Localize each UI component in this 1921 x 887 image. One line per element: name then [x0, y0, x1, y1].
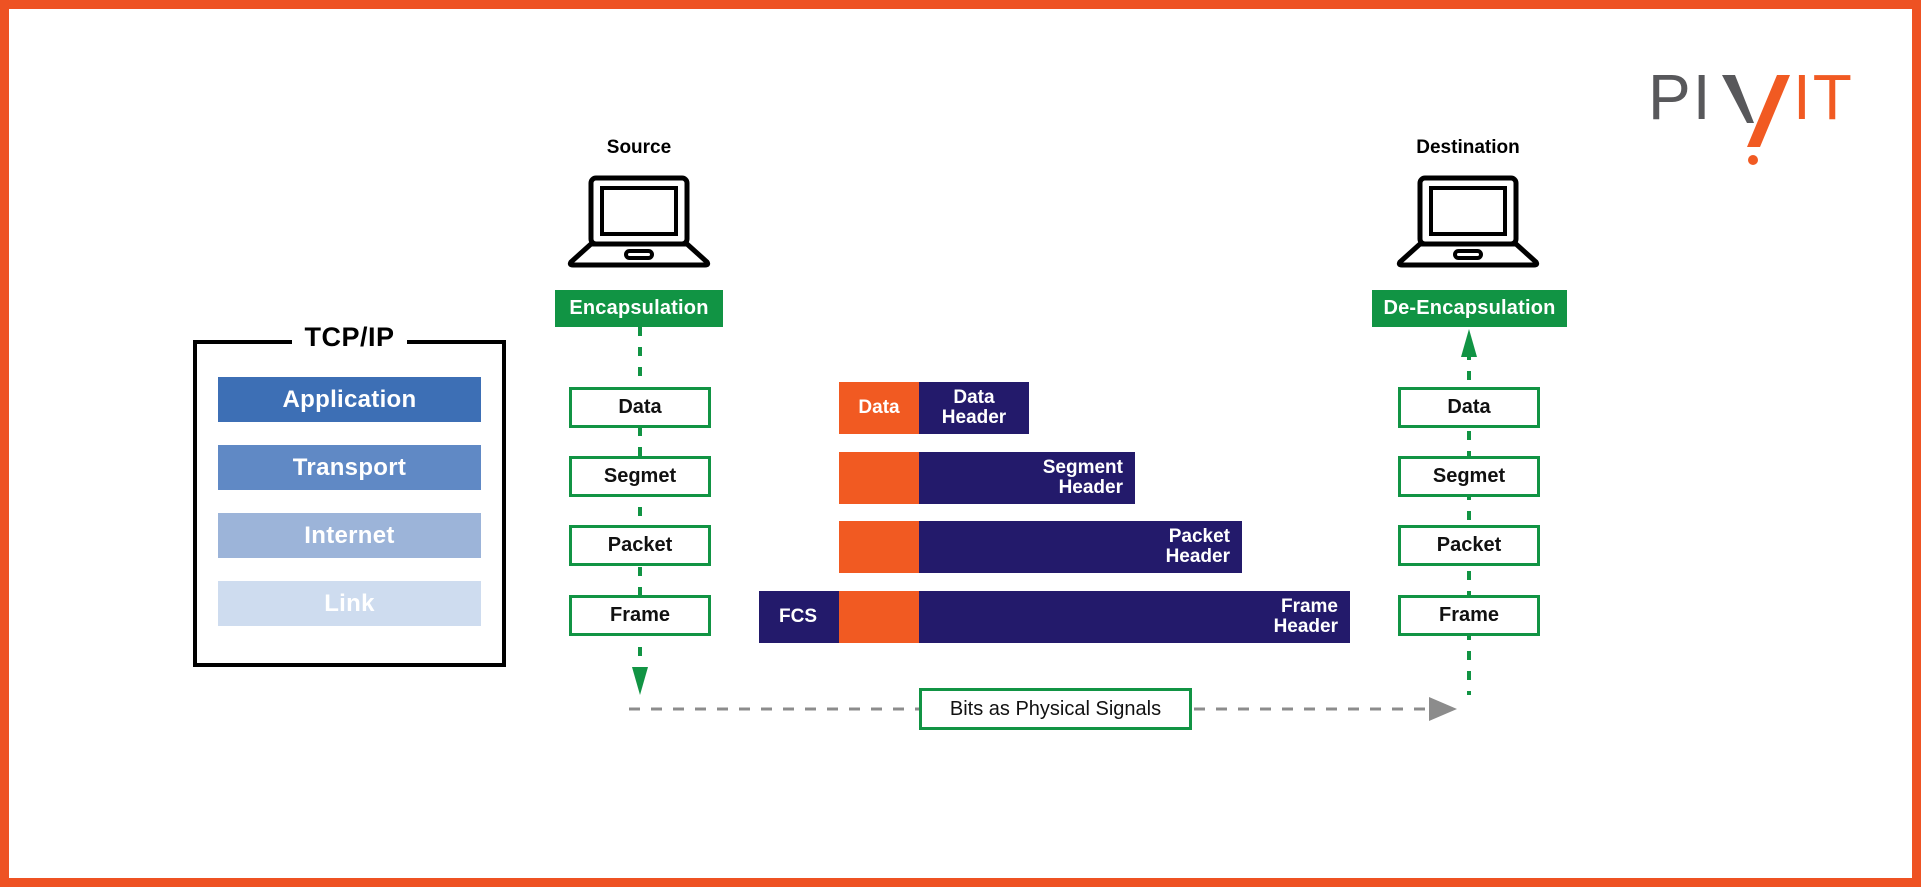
destination-label: Destination [1416, 137, 1520, 158]
tcpip-layer-application[interactable]: Application [218, 377, 481, 422]
source-pdu-segment[interactable]: Segmet [569, 456, 711, 497]
segment-label: Segment Header [1042, 457, 1123, 498]
segment-label: FCS [779, 606, 817, 628]
frame-payload-segment [839, 591, 919, 643]
pdu-label: Data [618, 396, 662, 418]
tcpip-layer-internet[interactable]: Internet [218, 513, 481, 558]
destination-pdu-segment[interactable]: Segmet [1398, 456, 1540, 497]
source-laptop-icon [567, 174, 711, 268]
de-encapsulation-flow-arrow [1461, 329, 1477, 695]
pdu-label: Packet [607, 534, 673, 556]
tcpip-layer-label: Transport [292, 453, 407, 481]
destination-pdu-data[interactable]: Data [1398, 387, 1540, 428]
svg-text:PI: PI [1648, 61, 1712, 133]
tcpip-layer-label: Internet [304, 521, 395, 549]
packet-header-segment: Packet Header [919, 521, 1242, 573]
tcpip-panel-title: TCP/IP [193, 322, 506, 353]
encapsulation-badge[interactable]: Encapsulation [555, 290, 723, 327]
pdu-label: Frame [1438, 604, 1500, 626]
tcpip-panel-title-text: TCP/IP [292, 322, 407, 352]
segment-header-segment: Segment Header [919, 452, 1135, 504]
encapsulation-flow-arrow [632, 327, 648, 695]
pivit-logo: PI IT [1648, 61, 1858, 165]
data-payload-segment: Data [839, 382, 919, 434]
source-pdu-packet[interactable]: Packet [569, 525, 711, 566]
segment-payload-segment [839, 452, 919, 504]
segment-label: Data Header [941, 387, 1007, 428]
data-header-segment: Data Header [919, 382, 1029, 434]
tcpip-layer-list: Application Transport Internet Link [218, 377, 481, 649]
tcpip-layer-label: Application [282, 385, 417, 413]
pdu-label: Segmet [1432, 465, 1506, 487]
de-encapsulation-badge[interactable]: De-Encapsulation [1372, 290, 1567, 327]
frame-header-segment: Frame Header [919, 591, 1350, 643]
segment-label: Packet Header [1165, 526, 1230, 567]
segment-label: Frame Header [1273, 596, 1338, 637]
diagram-page: PI IT TCP/IP Application Transport Inter… [0, 0, 1921, 887]
source-label: Source [606, 137, 672, 158]
source-pdu-data[interactable]: Data [569, 387, 711, 428]
pdu-label: Data [1447, 396, 1491, 418]
tcpip-layer-transport[interactable]: Transport [218, 445, 481, 490]
source-pdu-frame[interactable]: Frame [569, 595, 711, 636]
tcpip-layer-label: Link [324, 589, 375, 617]
destination-pdu-packet[interactable]: Packet [1398, 525, 1540, 566]
svg-text:IT: IT [1793, 61, 1854, 133]
bits-as-physical-signals-box[interactable]: Bits as Physical Signals [919, 688, 1192, 730]
frame-fcs-segment: FCS [759, 591, 839, 643]
bits-label: Bits as Physical Signals [949, 697, 1162, 720]
packet-payload-segment [839, 521, 919, 573]
destination-laptop-icon [1396, 174, 1540, 268]
destination-pdu-frame[interactable]: Frame [1398, 595, 1540, 636]
segment-label: Data [858, 397, 900, 419]
pdu-label: Frame [609, 604, 671, 626]
pdu-label: Packet [1436, 534, 1502, 556]
pdu-label: Segmet [603, 465, 677, 487]
tcpip-layer-link[interactable]: Link [218, 581, 481, 626]
